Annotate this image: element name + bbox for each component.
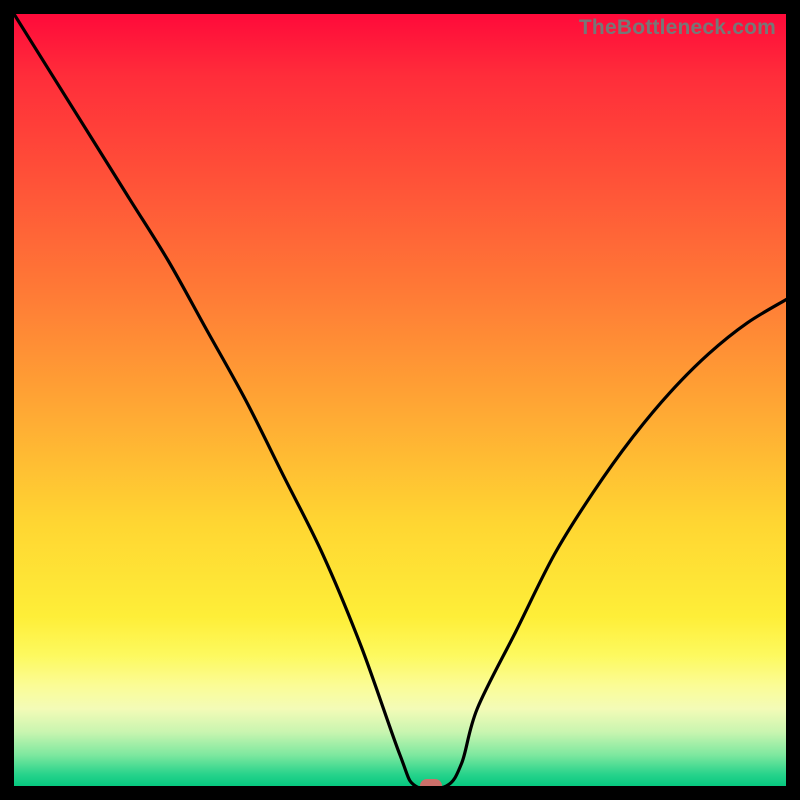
bottleneck-curve [14,14,786,786]
chart-frame: TheBottleneck.com [0,0,800,800]
min-marker [420,779,442,786]
plot-area: TheBottleneck.com [14,14,786,786]
